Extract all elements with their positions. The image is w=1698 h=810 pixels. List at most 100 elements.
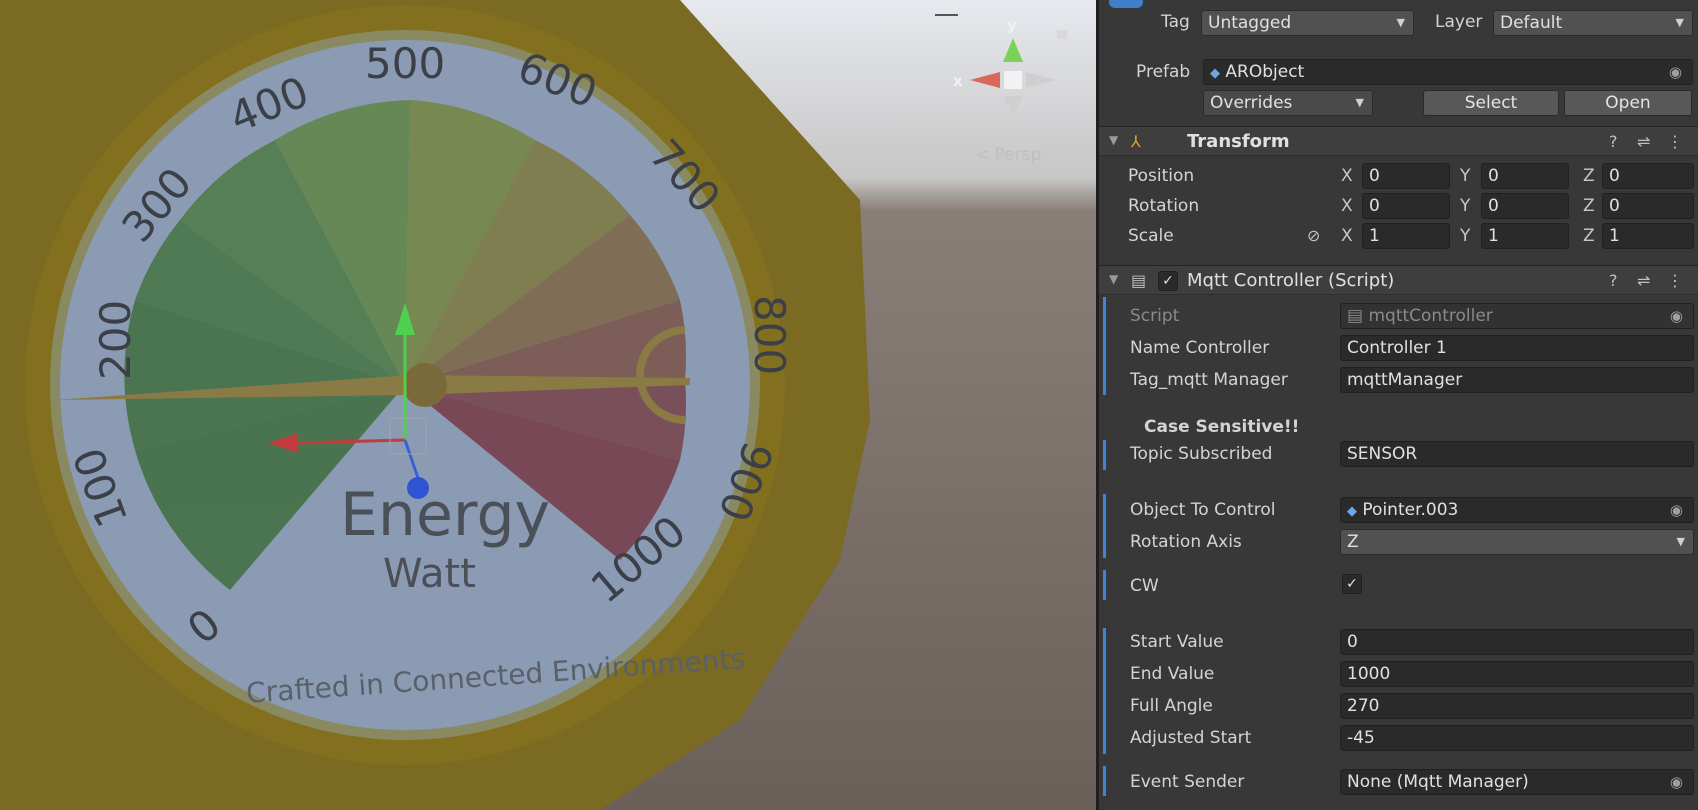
chevron-down-icon: ▼	[1355, 96, 1364, 109]
constrain-proportions-icon[interactable]: ⊘	[1307, 226, 1320, 245]
object-to-control-field[interactable]: ◆ Pointer.003 ◉	[1340, 497, 1694, 523]
tick-200: 200	[91, 300, 140, 380]
object-picker-icon[interactable]: ◉	[1670, 770, 1683, 794]
scene-canvas[interactable]: 0 100 200 300 400 500 600 700 800 900 10…	[0, 0, 1096, 810]
topic-label: Topic Subscribed	[1130, 444, 1273, 464]
presets-icon[interactable]: ⇌	[1637, 271, 1650, 290]
rotation-y-label: Y	[1460, 196, 1471, 216]
tag-label: Tag	[1161, 12, 1190, 32]
object-cube-icon: ◆	[1347, 504, 1357, 519]
name-controller-field[interactable]: Controller 1	[1340, 335, 1694, 361]
prefab-cube-icon: ◆	[1210, 66, 1220, 81]
adjusted-start-field[interactable]: -45	[1340, 725, 1694, 751]
gizmo-z-handle	[407, 477, 429, 499]
layer-dropdown[interactable]: Default ▼	[1493, 10, 1693, 36]
overrides-dropdown[interactable]: Overrides ▼	[1203, 90, 1373, 116]
position-z-label: Z	[1583, 166, 1595, 186]
open-button[interactable]: Open	[1564, 90, 1692, 116]
transform-header[interactable]: ▼ ⅄ Transform ? ⇌ ⋮	[1099, 126, 1698, 156]
override-bar	[1103, 494, 1106, 558]
foldout-arrow-icon[interactable]: ▼	[1109, 272, 1118, 286]
inspector-panel: Tag Untagged ▼ Layer Default ▼ Prefab ◆ …	[1096, 0, 1698, 810]
end-value-label: End Value	[1130, 664, 1215, 684]
position-x-label: X	[1341, 166, 1353, 186]
presets-icon[interactable]: ⇌	[1637, 132, 1650, 151]
object-to-control-value: Pointer.003	[1362, 500, 1459, 520]
tag-value: Untagged	[1208, 13, 1292, 33]
rotation-axis-dropdown[interactable]: Z ▼	[1340, 529, 1694, 555]
lock-icon	[1057, 30, 1067, 39]
mqtt-controller-header[interactable]: ▼ ▤ ✓ Mqtt Controller (Script) ? ⇌ ⋮	[1099, 265, 1698, 295]
gauge-hub	[403, 363, 447, 407]
object-picker-icon[interactable]: ◉	[1669, 60, 1682, 84]
case-sensitive-note: Case Sensitive!!	[1144, 417, 1300, 437]
overrides-label: Overrides	[1210, 93, 1293, 113]
scale-x-field[interactable]: 1	[1362, 223, 1450, 249]
object-picker-icon[interactable]: ◉	[1670, 498, 1683, 522]
position-y-field[interactable]: 0	[1481, 163, 1569, 189]
view-mode-label: < Persp	[975, 145, 1041, 165]
object-to-control-label: Object To Control	[1130, 500, 1276, 520]
rotation-y-field[interactable]: 0	[1481, 193, 1569, 219]
mqtt-controller-title: Mqtt Controller (Script)	[1187, 270, 1395, 291]
override-bar	[1103, 570, 1106, 600]
position-label: Position	[1128, 166, 1195, 186]
help-icon[interactable]: ?	[1609, 132, 1618, 151]
orient-label-y: y	[1007, 16, 1017, 34]
position-z-field[interactable]: 0	[1602, 163, 1694, 189]
tag-manager-label: Tag_mqtt Manager	[1130, 370, 1288, 390]
end-value-field[interactable]: 1000	[1340, 661, 1694, 687]
tag-dropdown[interactable]: Untagged ▼	[1201, 10, 1414, 36]
event-sender-value: None (Mqtt Manager)	[1347, 772, 1529, 792]
full-angle-field[interactable]: 270	[1340, 693, 1694, 719]
context-menu-icon[interactable]: ⋮	[1667, 271, 1683, 290]
position-x-field[interactable]: 0	[1362, 163, 1450, 189]
tick-800: 800	[745, 295, 794, 375]
full-angle-label: Full Angle	[1130, 696, 1213, 716]
prefab-field[interactable]: ◆ ARObject ◉	[1203, 59, 1693, 85]
rotation-label: Rotation	[1128, 196, 1200, 216]
script-icon: ▤	[1131, 271, 1147, 290]
orient-label-x: x	[953, 72, 963, 90]
scale-y-field[interactable]: 1	[1481, 223, 1569, 249]
topic-field[interactable]: SENSOR	[1340, 441, 1694, 467]
override-bar	[1103, 297, 1106, 395]
script-label: Script	[1130, 306, 1180, 326]
override-bar	[1103, 628, 1106, 754]
script-value: mqttController	[1368, 306, 1493, 326]
chevron-down-icon: ▼	[1675, 16, 1684, 29]
chevron-down-icon: ▼	[1396, 16, 1405, 29]
gameobject-cube-icon	[1109, 0, 1143, 8]
cw-label: CW	[1130, 576, 1159, 596]
object-picker-icon: ◉	[1669, 307, 1683, 325]
scale-label: Scale	[1128, 226, 1174, 246]
scale-y-label: Y	[1460, 226, 1471, 246]
scene-view[interactable]: 0 100 200 300 400 500 600 700 800 900 10…	[0, 0, 1096, 810]
component-enabled-checkbox[interactable]: ✓	[1158, 271, 1178, 291]
prefab-label: Prefab	[1136, 62, 1191, 82]
rotation-z-field[interactable]: 0	[1602, 193, 1694, 219]
event-sender-field[interactable]: None (Mqtt Manager) ◉	[1340, 769, 1694, 795]
script-field: ▤ mqttController ◉	[1340, 303, 1694, 329]
foldout-arrow-icon[interactable]: ▼	[1109, 133, 1118, 147]
prefab-value: ARObject	[1225, 62, 1305, 82]
orient-center-cube	[1004, 71, 1022, 89]
chevron-down-icon: ▼	[1676, 535, 1685, 548]
override-bar	[1103, 766, 1106, 796]
scale-z-field[interactable]: 1	[1602, 223, 1694, 249]
gauge-unit: Watt	[383, 551, 476, 597]
gauge-title: Energy	[340, 480, 550, 550]
select-button[interactable]: Select	[1423, 90, 1559, 116]
rotation-axis-value: Z	[1347, 532, 1359, 552]
cw-checkbox[interactable]: ✓	[1342, 574, 1362, 594]
transform-icon: ⅄	[1131, 132, 1141, 151]
tag-manager-field[interactable]: mqttManager	[1340, 367, 1694, 393]
start-value-field[interactable]: 0	[1340, 629, 1694, 655]
position-y-label: Y	[1460, 166, 1471, 186]
rotation-x-field[interactable]: 0	[1362, 193, 1450, 219]
help-icon[interactable]: ?	[1609, 271, 1618, 290]
context-menu-icon[interactable]: ⋮	[1667, 132, 1683, 151]
scale-z-label: Z	[1583, 226, 1595, 246]
layer-value: Default	[1500, 13, 1563, 33]
tick-500: 500	[365, 39, 445, 88]
